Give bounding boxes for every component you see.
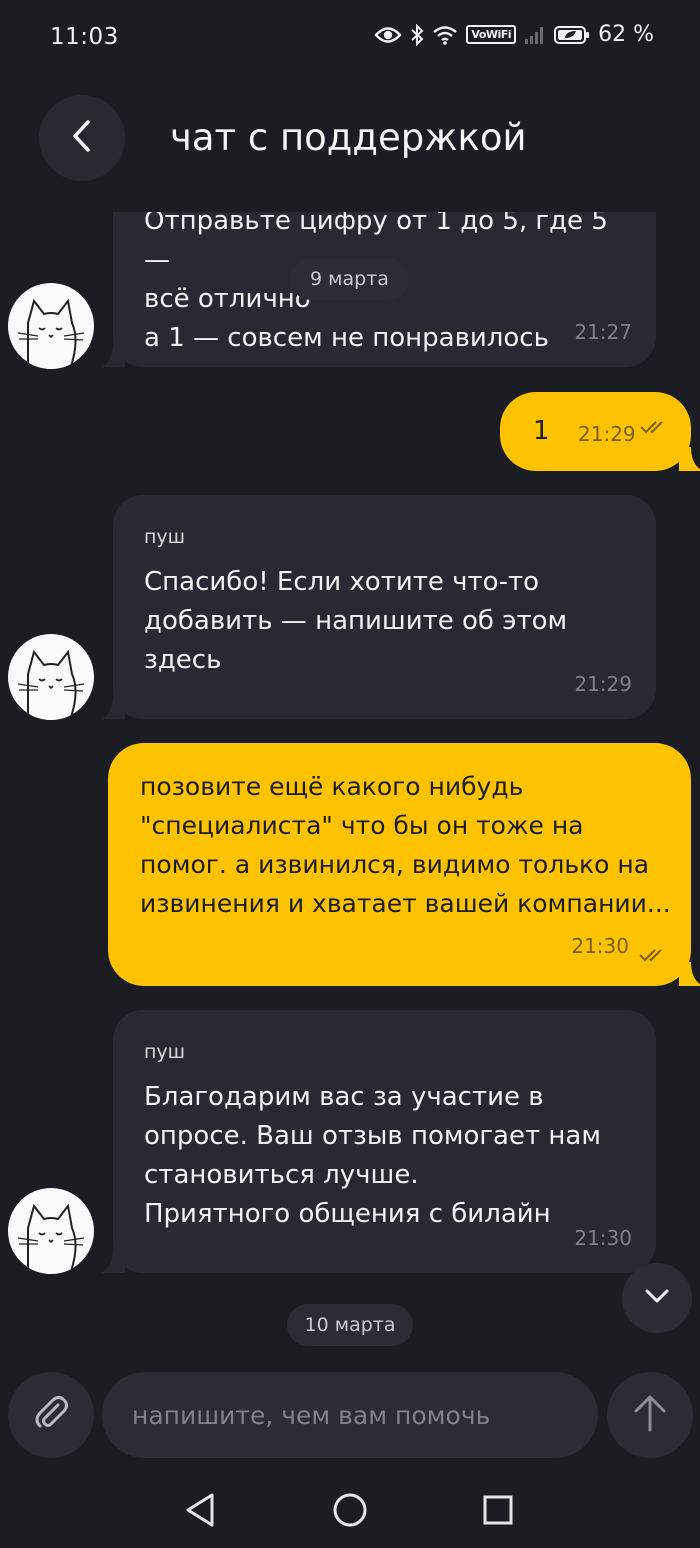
message-list[interactable]: Отправьте цифру от 1 до 5, где 5 — всё о…: [0, 212, 700, 1360]
system-nav-bar: [0, 1470, 700, 1548]
date-separator-sticky: 9 марта: [290, 258, 409, 300]
recents-square-icon: [482, 1494, 514, 1530]
message-line: здесь: [144, 645, 222, 675]
sender-name: пуш: [144, 1041, 186, 1063]
bubble-tail: [101, 1249, 125, 1273]
signal-icon: [524, 25, 546, 45]
message-time: 21:29: [578, 422, 636, 446]
scroll-down-button[interactable]: [622, 1263, 692, 1333]
nav-recents-button[interactable]: [478, 1492, 518, 1532]
bubble-tail: [679, 447, 700, 471]
incoming-message[interactable]: пуш Спасибо! Если хотите что-то добавить…: [101, 495, 656, 719]
double-check-icon: [639, 949, 662, 962]
outgoing-message[interactable]: позовите ещё какого нибудь "специалиста"…: [108, 743, 700, 986]
message-line: а 1 — совсем не понравилось: [144, 323, 549, 353]
message-line: "специалиста" что бы он тоже на: [140, 811, 584, 840]
back-button[interactable]: [39, 95, 125, 181]
message-input[interactable]: [102, 1372, 598, 1458]
date-separator: 10 марта: [287, 1304, 413, 1346]
double-check-icon: [640, 421, 663, 434]
message-text: позовите ещё какого нибудь "специалиста"…: [140, 767, 671, 923]
cat-avatar-icon: [17, 1203, 85, 1274]
message-line: извинения и хватает вашей компании...: [140, 889, 671, 918]
eye-icon: [374, 25, 403, 45]
wifi-icon: [432, 25, 458, 45]
message-text: Благодарим вас за участие в опросе. Ваш …: [144, 1078, 626, 1234]
outgoing-message[interactable]: 1 21:29: [500, 392, 700, 471]
attach-button[interactable]: [8, 1372, 94, 1458]
message-text: Спасибо! Если хотите что-то добавить — н…: [144, 563, 626, 680]
message-line: добавить — напишите об этом: [144, 606, 568, 636]
bubble-tail: [101, 695, 125, 719]
cat-avatar-icon: [17, 649, 85, 720]
battery-percent: 62 %: [598, 22, 654, 47]
nav-back-button[interactable]: [180, 1492, 220, 1532]
avatar: [8, 1188, 94, 1274]
message-line: опросе. Ваш отзыв помогает нам: [144, 1121, 601, 1151]
incoming-message[interactable]: пуш Благодарим вас за участие в опросе. …: [101, 1010, 656, 1273]
page-title: чат с поддержкой: [170, 116, 527, 159]
message-time: 21:27: [574, 320, 632, 344]
status-time: 11:03: [50, 24, 119, 50]
message-text: 1: [533, 416, 550, 446]
message-line: Спасибо! Если хотите что-то: [144, 567, 540, 597]
message-line: Приятного общения с билайн: [144, 1199, 551, 1229]
battery-icon: [554, 25, 590, 45]
message-line: Благодарим вас за участие в: [144, 1082, 544, 1112]
cat-avatar-icon: [17, 298, 85, 369]
sender-name: пуш: [144, 526, 186, 548]
message-line: становиться лучше.: [144, 1160, 419, 1190]
message-composer: [0, 1372, 700, 1462]
message-line: позовите ещё какого нибудь: [140, 772, 524, 801]
status-icons: VoWiFi 62 %: [374, 22, 654, 47]
arrow-up-icon: [633, 1393, 667, 1437]
chat-header: чат с поддержкой: [0, 92, 700, 192]
chevron-down-icon: [644, 1288, 670, 1308]
avatar: [8, 283, 94, 369]
send-button[interactable]: [607, 1372, 693, 1458]
status-bar: 11:03 VoWiFi 62 %: [0, 0, 700, 78]
message-time: 21:29: [574, 672, 632, 696]
nav-home-button[interactable]: [330, 1492, 370, 1532]
bluetooth-icon: [410, 23, 424, 46]
bubble-tail: [679, 962, 700, 986]
bubble-tail: [101, 343, 125, 367]
back-triangle-icon: [184, 1492, 216, 1532]
message-line: помог. а извинился, видимо только на: [140, 850, 650, 879]
avatar: [8, 634, 94, 720]
paperclip-icon: [31, 1393, 71, 1437]
vowifi-icon: VoWiFi: [466, 25, 517, 44]
message-time: 21:30: [574, 1226, 632, 1250]
message-time: 21:30: [571, 934, 629, 958]
chevron-left-icon: [71, 119, 93, 157]
home-circle-icon: [332, 1492, 368, 1532]
